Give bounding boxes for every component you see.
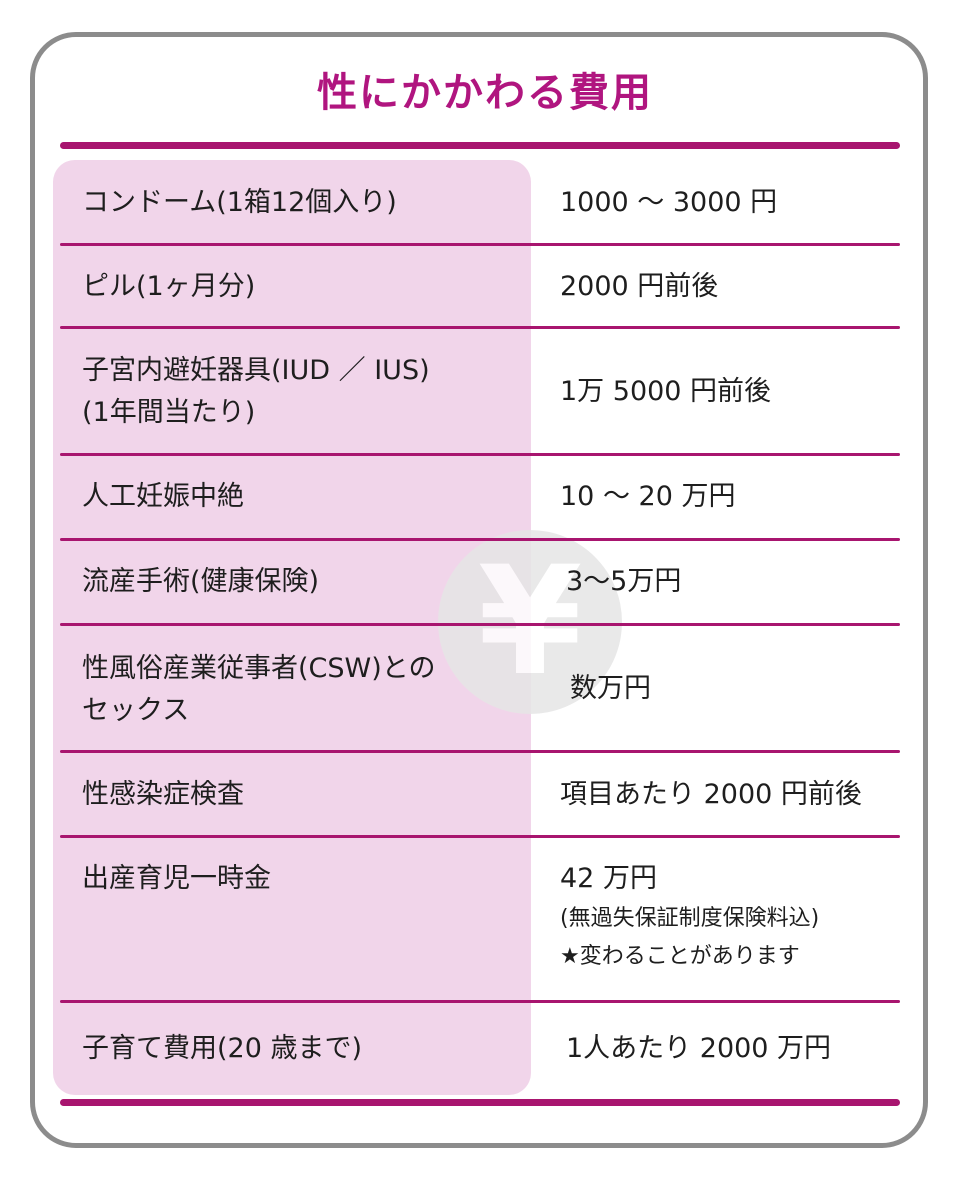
row-item: 人工妊娠中絶 [82,481,244,512]
row-divider [60,326,900,329]
row-item: 出産育児一時金 [82,863,271,894]
bottom-rule [60,1099,900,1106]
row-cost: 1人あたり 2000 万円 [566,1033,832,1064]
row-item: 流産手術(健康保険) [82,566,320,597]
row-cost: 項目あたり 2000 円前後 [560,779,862,810]
row-divider [60,623,900,626]
row-item: ピル(1ヶ月分) [82,271,256,302]
row-divider [60,243,900,246]
row-item: コンドーム(1箱12個入り) [82,187,397,218]
row-divider [60,750,900,753]
row-item: 子育て費用(20 歳まで) [82,1033,363,1064]
row-divider [60,1000,900,1003]
cost-note: (無過失保証制度保険料込) [560,906,820,931]
row-divider [60,538,900,541]
row-cost: 1万 5000 円前後 [560,376,772,407]
row-divider [60,835,900,838]
row-cost: 数万円 [570,673,651,704]
row-item: 性風俗産業従事者(CSW)との セックス [82,653,436,726]
cost-note: ★変わることがあります [560,944,800,969]
row-cost: 3～5万円 [566,566,682,597]
row-item: 子宮内避妊器具(IUD ／ IUS) (1年間当たり) [82,355,430,428]
row-cost: 10 ～ 20 万円 [560,481,736,512]
page-title: 性にかかわる費用 [317,70,653,116]
row-divider [60,453,900,456]
top-rule [60,142,900,149]
row-cost: 42 万円 (無過失保証制度保険料込) ★変わることがあります [560,858,819,976]
row-cost: 2000 円前後 [560,271,719,302]
row-cost: 1000 ～ 3000 円 [560,187,778,218]
row-item: 性感染症検査 [82,779,244,810]
